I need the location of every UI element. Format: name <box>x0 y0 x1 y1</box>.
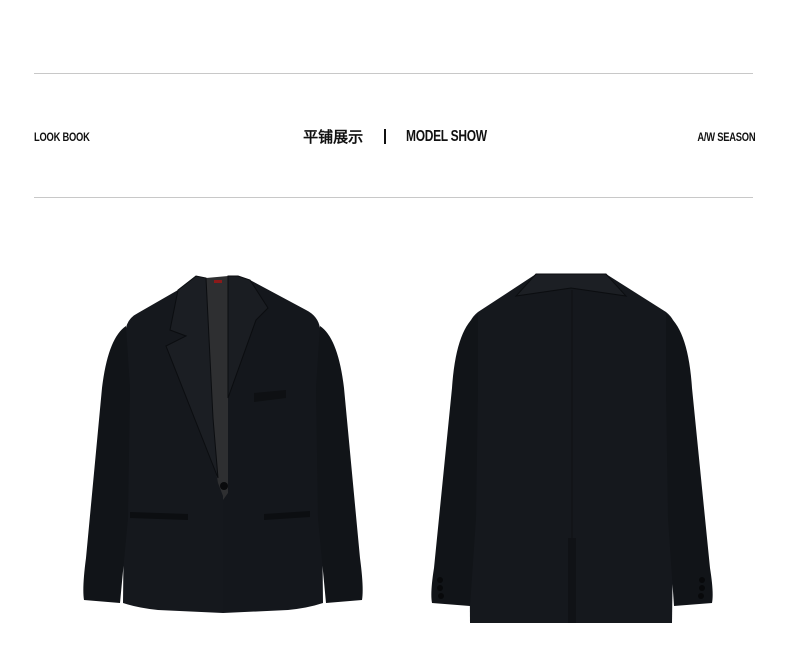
title-chinese: 平铺展示 <box>303 128 364 146</box>
blazer-back-image <box>426 268 716 628</box>
blazer-front-icon <box>83 275 363 613</box>
bottom-divider <box>34 197 753 198</box>
season-label: A/W SEASON <box>697 130 755 144</box>
title-english: MODEL SHOW <box>406 127 487 145</box>
section-header: LOOK BOOK 平铺展示 MODEL SHOW A/W SEASON <box>34 126 755 148</box>
blazer-front-image <box>78 268 368 628</box>
title-separator <box>383 129 386 144</box>
section-title: 平铺展示 MODEL SHOW <box>34 126 755 147</box>
top-divider <box>34 73 753 74</box>
blazer-back-icon <box>431 273 713 623</box>
